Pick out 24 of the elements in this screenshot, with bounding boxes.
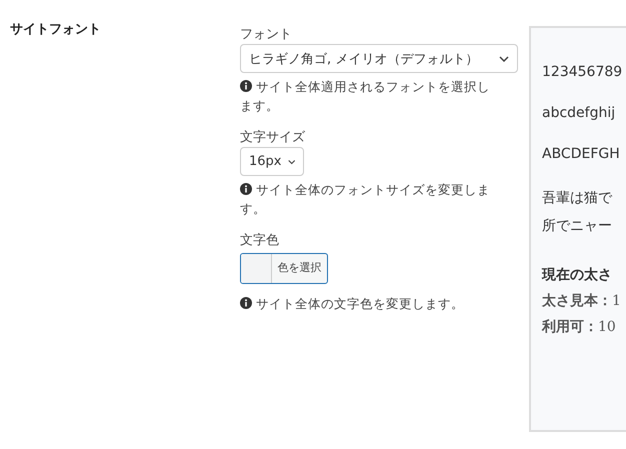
help-text: サイト全体の文字色を変更します。 <box>240 294 502 313</box>
section-label: サイトフォント <box>10 22 101 37</box>
preview-text: abcdefghij <box>542 105 616 121</box>
weight-sample: 利用可：10 <box>542 318 617 337</box>
color-picker-button[interactable]: 色を選択 <box>240 253 328 284</box>
help-text: サイト全体のフォントサイズを変更します。 <box>240 181 491 218</box>
info-icon <box>240 297 252 309</box>
preview-text: ABCDEFGH <box>542 146 621 162</box>
info-icon <box>240 80 252 92</box>
preview-text: 所でニャー <box>542 217 613 236</box>
size-select[interactable]: 16px <box>240 147 304 176</box>
preview-text: 吾輩は猫で <box>542 189 614 208</box>
preview-text: 123456789 <box>542 64 624 80</box>
chevron-down-icon <box>288 158 295 164</box>
chevron-down-icon <box>499 56 509 62</box>
info-icon <box>240 183 252 195</box>
font-select[interactable]: ヒラギノ角ゴ, メイリオ（デフォルト） <box>240 44 518 73</box>
field-label: 文字サイズ <box>240 129 306 147</box>
weight-sample: 太さ見本：1 <box>542 292 622 311</box>
help-text: サイト全体適用されるフォントを選択します。 <box>240 78 491 115</box>
field-label: フォント <box>240 26 293 44</box>
weight-title: 現在の太さ <box>542 266 613 285</box>
color-swatch <box>241 254 272 283</box>
field-label: 文字色 <box>240 232 280 250</box>
